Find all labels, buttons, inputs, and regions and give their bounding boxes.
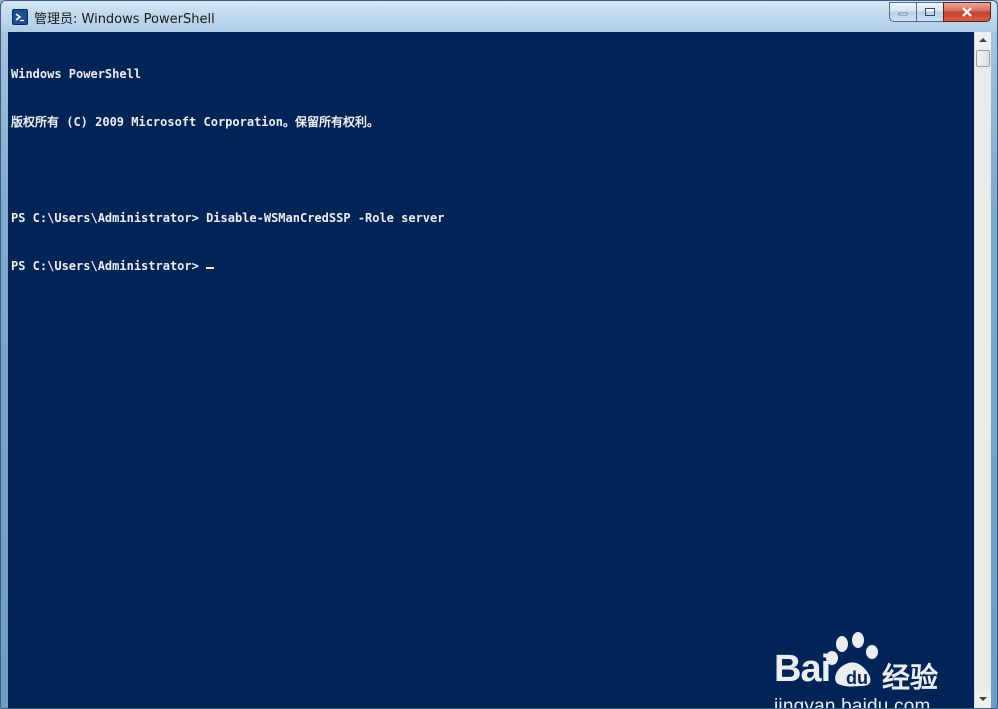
vertical-scrollbar[interactable] <box>974 32 991 708</box>
maximize-button[interactable] <box>916 2 943 22</box>
console-output: Windows PowerShell 版权所有 (C) 2009 Microso… <box>11 34 971 306</box>
close-icon <box>962 7 972 17</box>
title-bar[interactable]: 管理员: Windows PowerShell <box>1 1 997 32</box>
watermark-product: 经验 <box>882 661 939 694</box>
minimize-button[interactable] <box>889 2 916 22</box>
minimize-icon <box>898 12 908 16</box>
baidu-jingyan-watermark: Bai du 经验 jingyan.baidu.com <box>770 630 960 708</box>
close-button[interactable] <box>943 2 991 22</box>
watermark-url: jingyan.baidu.com <box>774 696 931 708</box>
console-area[interactable]: Windows PowerShell 版权所有 (C) 2009 Microso… <box>8 32 991 708</box>
maximize-icon <box>925 8 935 16</box>
scrollbar-thumb[interactable] <box>976 50 990 67</box>
arrow-down-icon <box>979 697 987 701</box>
console-line: PS C:\Users\Administrator> Disable-WSMan… <box>11 211 445 225</box>
powershell-icon[interactable] <box>12 9 28 25</box>
caption-buttons <box>889 2 991 22</box>
baidu-paw-icon: du <box>826 632 878 688</box>
prompt-text: PS C:\Users\Administrator> <box>11 259 207 273</box>
scroll-up-button[interactable] <box>975 32 991 49</box>
console-line: Windows PowerShell <box>11 67 142 81</box>
text-cursor <box>206 267 215 269</box>
powershell-window: 管理员: Windows PowerShell Windows PowerShe… <box>0 0 998 709</box>
svg-text:du: du <box>846 668 868 688</box>
prompt-line[interactable]: PS C:\Users\Administrator> <box>11 258 971 274</box>
arrow-up-icon <box>979 38 987 42</box>
window-title: 管理员: Windows PowerShell <box>34 12 215 27</box>
scroll-down-button[interactable] <box>975 691 991 708</box>
console-line: 版权所有 (C) 2009 Microsoft Corporation。保留所有… <box>11 115 379 129</box>
